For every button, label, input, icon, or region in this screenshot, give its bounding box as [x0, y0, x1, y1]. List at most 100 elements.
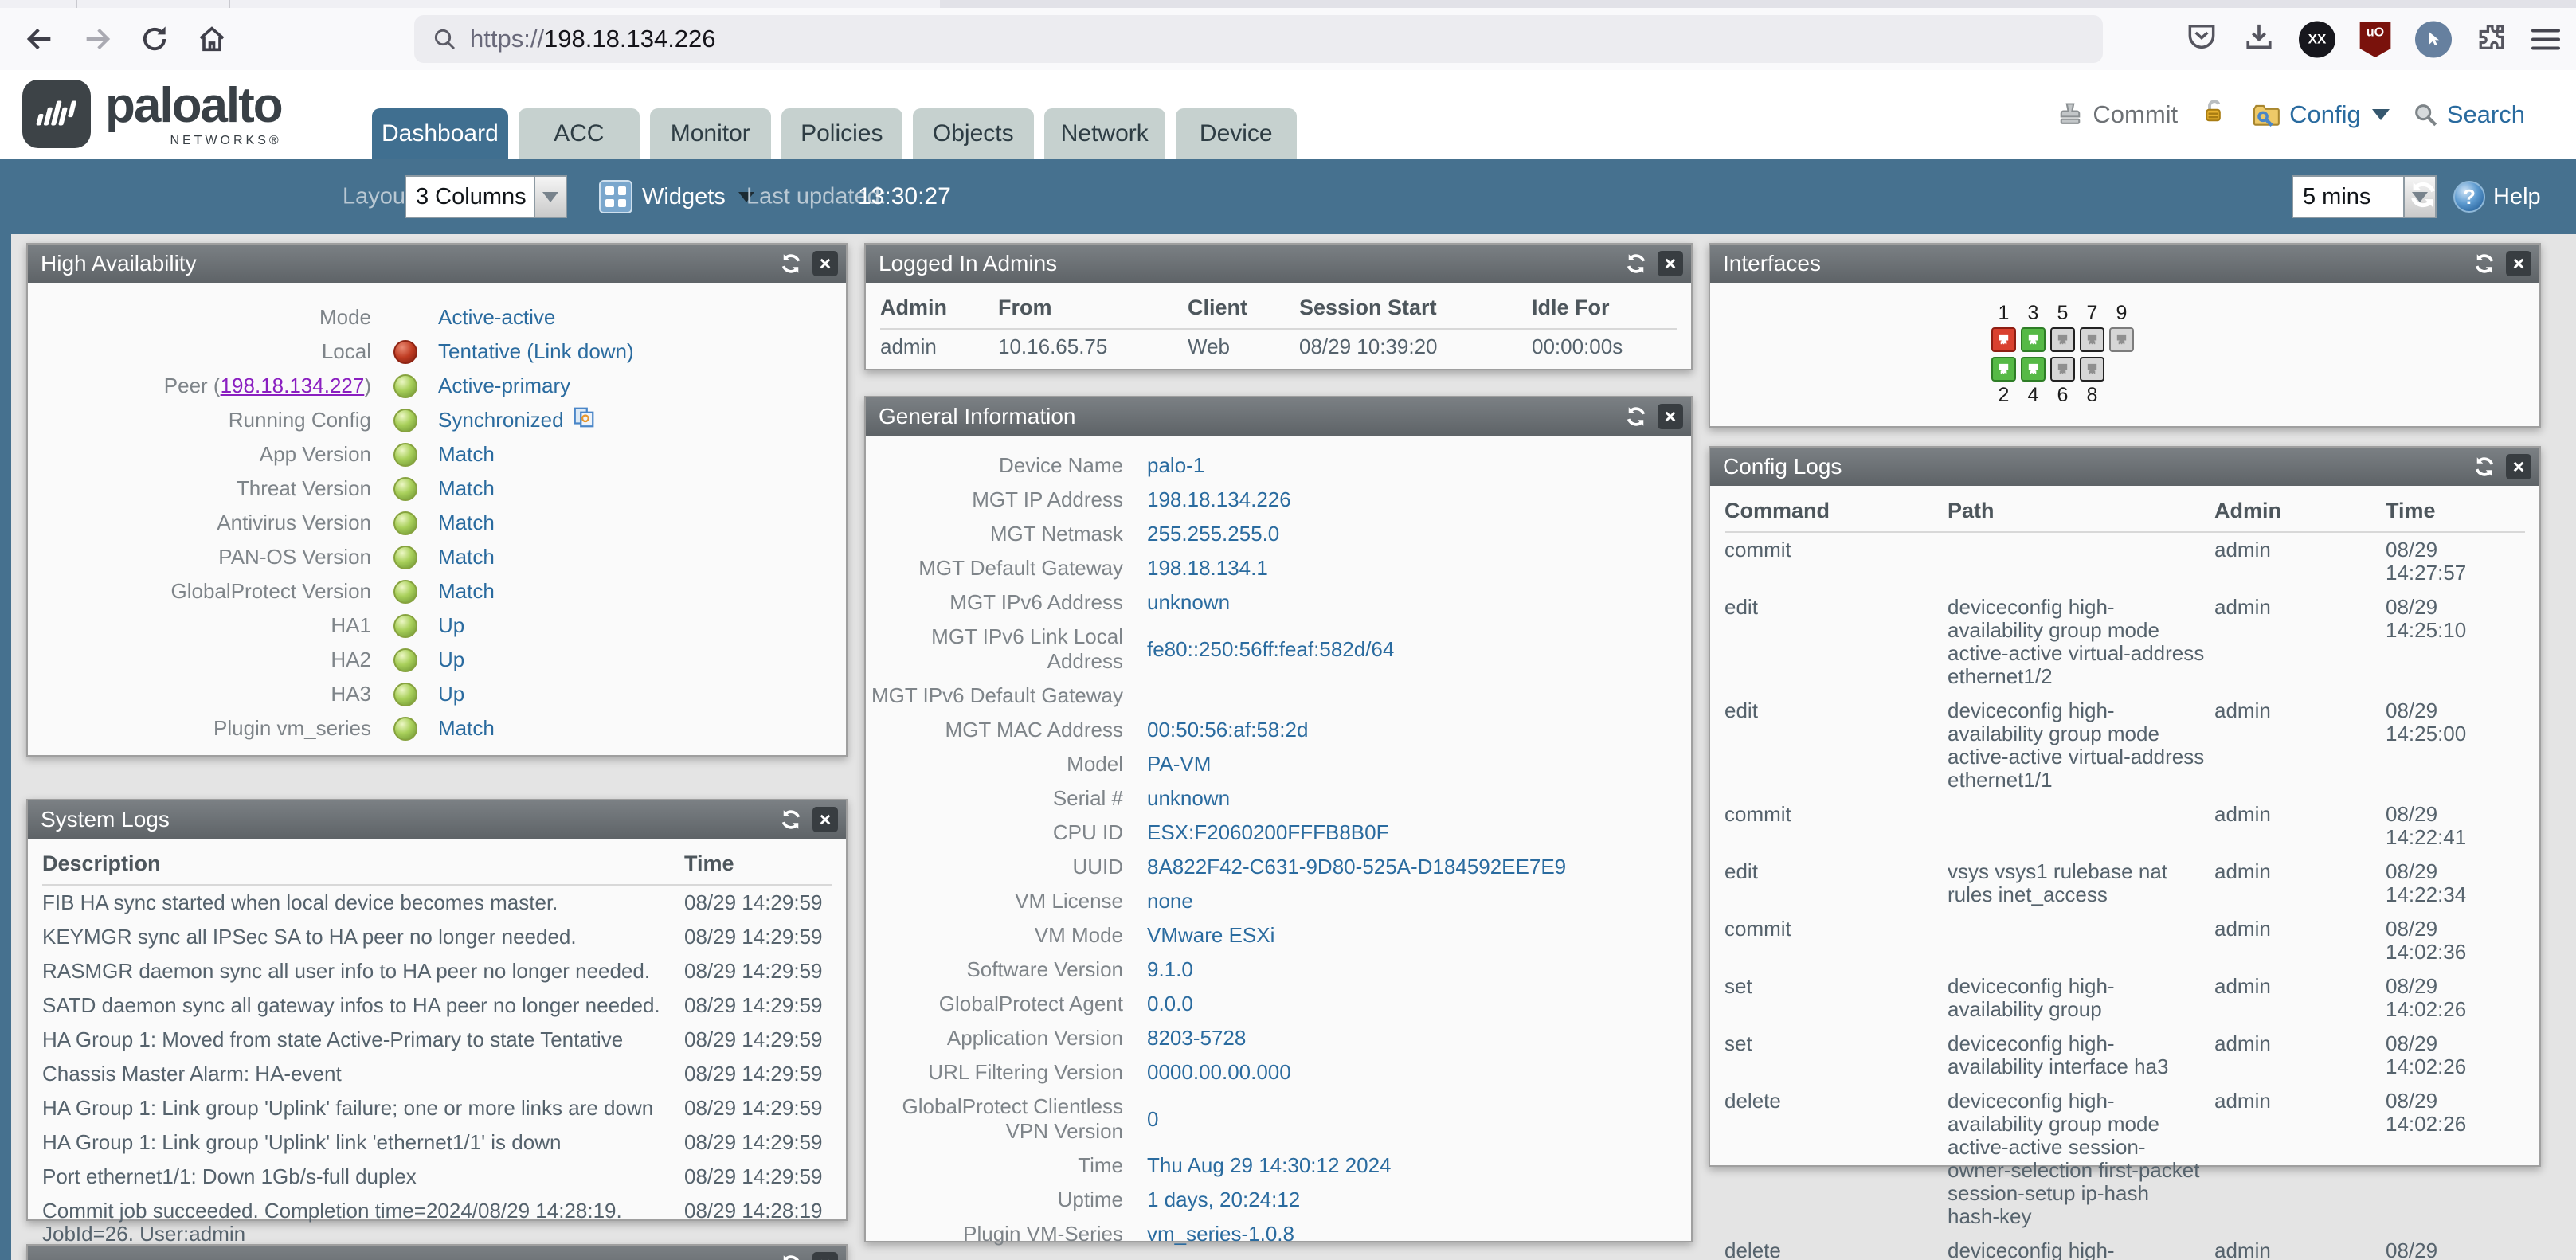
tab-acc[interactable]: ACC: [519, 108, 640, 159]
layout-select[interactable]: 3 Columns: [405, 175, 567, 218]
tab-monitor[interactable]: Monitor: [650, 108, 771, 159]
search-button[interactable]: Search: [2412, 100, 2525, 129]
pocket-button[interactable]: [2184, 20, 2219, 59]
interface-port-9[interactable]: [2109, 327, 2134, 352]
table-row: Port ethernet1/1: Down 1Gb/s-full duplex…: [42, 1160, 832, 1194]
table-cell: admin: [2214, 1090, 2386, 1228]
table-row: editdeviceconfig high-availability group…: [1725, 590, 2525, 694]
menu-button[interactable]: [2531, 29, 2560, 49]
url-bar[interactable]: https://198.18.134.226: [414, 15, 2103, 63]
column-header[interactable]: Time: [684, 851, 832, 876]
column-header[interactable]: Command: [1725, 499, 1948, 523]
interface-port-3[interactable]: [2021, 327, 2046, 352]
widget-close-button[interactable]: [812, 1252, 838, 1260]
ublock-origin-button[interactable]: uO: [2358, 21, 2393, 57]
interface-port-8[interactable]: [2080, 357, 2104, 382]
column-header[interactable]: Session Start: [1299, 295, 1532, 320]
extension-cursor-button[interactable]: [2415, 21, 2452, 57]
tab-policies[interactable]: Policies: [781, 108, 902, 159]
interface-port-4[interactable]: [2021, 357, 2046, 382]
general-info-row: VM ModeVMware ESXi: [866, 918, 1691, 953]
lock-button[interactable]: [2200, 97, 2229, 132]
pocket-icon: [2184, 20, 2219, 55]
widget-close-button[interactable]: [2506, 454, 2531, 479]
widgets-menu-button[interactable]: Widgets: [599, 180, 754, 213]
browser-tab-strip: [0, 0, 2576, 8]
table-cell: admin: [2214, 918, 2386, 964]
downloads-button[interactable]: [2241, 20, 2277, 59]
status-led-green: [393, 511, 417, 535]
tab-network[interactable]: Network: [1044, 108, 1165, 159]
info-value: VMware ESXi: [1147, 923, 1274, 948]
status-led-green: [393, 683, 417, 706]
interface-port-5[interactable]: [2050, 327, 2075, 352]
port-row-bottom: [1989, 354, 2140, 384]
config-menu-button[interactable]: Config: [2251, 100, 2390, 130]
column-header[interactable]: Admin: [2214, 499, 2386, 523]
home-button[interactable]: [190, 17, 234, 61]
table-cell: edit: [1725, 860, 1948, 906]
info-value: ESX:F2060200FFFB8B0F: [1147, 820, 1388, 845]
table-cell: admin: [2214, 975, 2386, 1021]
table-cell: Web: [1188, 335, 1299, 358]
widget-refresh-button[interactable]: [1623, 250, 1650, 277]
interface-port-6[interactable]: [2050, 357, 2075, 382]
column-header[interactable]: Idle For: [1532, 295, 1677, 320]
column-header[interactable]: Time: [2386, 499, 2525, 523]
widget-refresh-button[interactable]: [2471, 250, 2498, 277]
widgets-grid-icon: [599, 180, 632, 213]
paloalto-logo-icon: [22, 80, 91, 148]
interface-port-7[interactable]: [2080, 327, 2104, 352]
widget-refresh-button[interactable]: [777, 1251, 805, 1260]
reload-button[interactable]: [132, 17, 177, 61]
ha-row: Plugin vm_seriesMatch: [28, 711, 846, 745]
widget-general-information: General Information Device Namepalo-1MGT…: [864, 396, 1693, 1242]
info-label: URL Filtering Version: [866, 1060, 1123, 1085]
commit-button[interactable]: Commit: [2056, 100, 2178, 129]
table-cell: 08/29 14:29:59: [684, 994, 832, 1017]
config-sync-icon[interactable]: [572, 405, 596, 435]
widget-close-button[interactable]: [1658, 251, 1683, 276]
forward-button[interactable]: [75, 17, 119, 61]
widget-title: Logged In Admins: [879, 251, 1057, 276]
layout-select-arrow[interactable]: [534, 175, 567, 218]
widget-close-button[interactable]: [812, 251, 838, 276]
widget-system-logs: System Logs DescriptionTimeFIB HA sync s…: [26, 799, 848, 1221]
widget-close-button[interactable]: [1658, 404, 1683, 429]
column-header[interactable]: Admin: [880, 295, 998, 320]
table-cell: Commit job succeeded. Completion time=20…: [42, 1199, 684, 1246]
widget-refresh-button[interactable]: [1623, 403, 1650, 430]
widget-refresh-button[interactable]: [777, 806, 805, 833]
table-cell: 08/29 14:29:59: [684, 925, 832, 949]
table-cell: 08/29 14:29:59: [684, 1097, 832, 1120]
tab-dashboard[interactable]: Dashboard: [372, 108, 508, 159]
column-header[interactable]: Path: [1948, 499, 2214, 523]
help-button[interactable]: ? Help: [2453, 181, 2541, 213]
widget-close-button[interactable]: [812, 807, 838, 832]
peer-ip-link[interactable]: 198.18.134.227: [221, 374, 365, 397]
tab-device[interactable]: Device: [1176, 108, 1297, 159]
info-value: Thu Aug 29 14:30:12 2024: [1147, 1153, 1392, 1178]
url-text[interactable]: https://198.18.134.226: [470, 25, 716, 53]
refresh-icon: [2472, 455, 2496, 479]
column-header[interactable]: Client: [1188, 295, 1299, 320]
page-refresh-button[interactable]: [2407, 179, 2439, 215]
table-cell: deviceconfig high-availability group mod…: [1948, 699, 2214, 792]
refresh-icon: [779, 808, 803, 832]
back-button[interactable]: [18, 17, 62, 61]
column-header[interactable]: Description: [42, 851, 684, 876]
widget-refresh-button[interactable]: [777, 250, 805, 277]
column-header[interactable]: From: [998, 295, 1188, 320]
paloalto-logo: paloalto NETWORKS®: [22, 80, 282, 148]
extension-xx-button[interactable]: XX: [2299, 21, 2335, 57]
widget-title: Config Logs: [1723, 454, 1842, 479]
widget-refresh-button[interactable]: [2471, 453, 2498, 480]
refresh-interval-value: 5 mins: [2292, 175, 2403, 218]
interface-port-1[interactable]: [1991, 327, 2016, 352]
ha-row: Running ConfigSynchronized: [28, 403, 846, 437]
extensions-button[interactable]: [2474, 20, 2509, 59]
interface-port-2[interactable]: [1991, 357, 2016, 382]
table-row: commitadmin08/29 14:27:57: [1725, 533, 2525, 590]
widget-close-button[interactable]: [2506, 251, 2531, 276]
tab-objects[interactable]: Objects: [913, 108, 1034, 159]
